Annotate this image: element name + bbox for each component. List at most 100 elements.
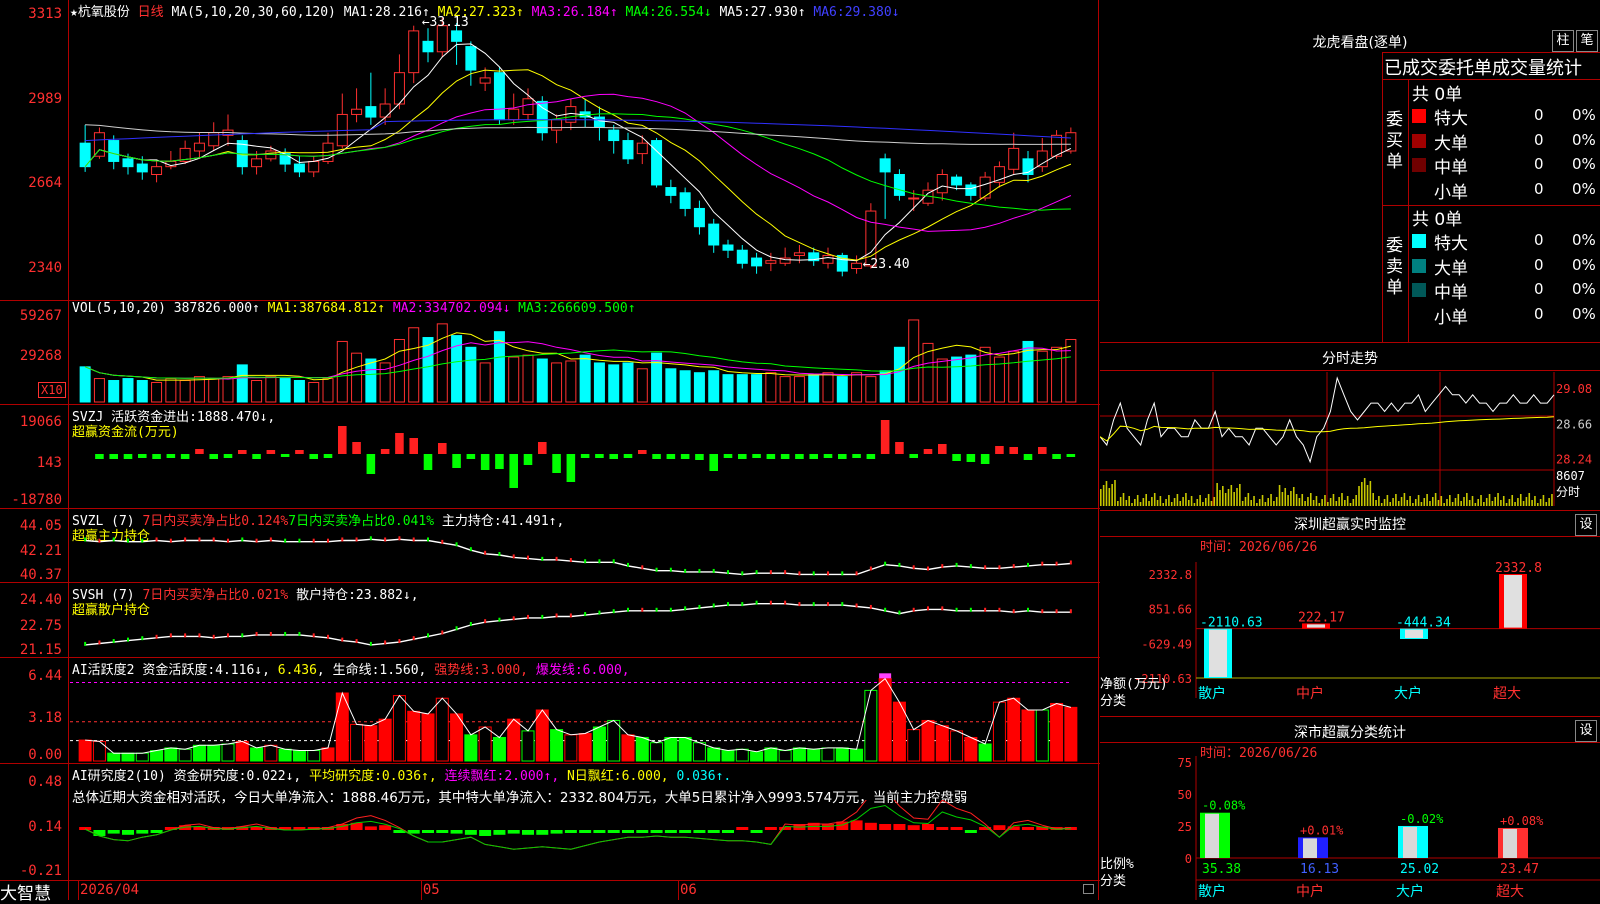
buy-percent: 0%: [1572, 106, 1596, 124]
tick-mark: [627, 562, 629, 567]
sz-class-chart[interactable]: 75 50 25 0 比例% 分类 -0.08% 35.38 散户 +0.01% 16.13 中户 -0…: [1100, 756, 1600, 900]
activity-bar: [707, 747, 721, 762]
minute-volume-bar: [1429, 501, 1431, 506]
sell-volume: 0: [1534, 280, 1544, 298]
tick-mark: [384, 640, 387, 645]
color-swatch: [1412, 182, 1426, 197]
intraday-title: 分时走势: [1322, 351, 1378, 367]
svzl-chart[interactable]: [70, 528, 1098, 582]
class-ytick: 75: [1178, 756, 1192, 770]
monitor-ytick: 2332.8: [1149, 568, 1192, 582]
minute-volume-bar: [1216, 483, 1218, 506]
activity-bar: [821, 747, 835, 762]
tick-mark: [169, 538, 172, 543]
activity-bar: [435, 697, 449, 762]
flow-bar: [823, 454, 833, 458]
volume-bar: [622, 362, 634, 403]
flow-bar: [580, 454, 590, 458]
minute-volume-bar: [1514, 502, 1516, 506]
minute-volume-bar: [1423, 498, 1426, 506]
candle: [793, 252, 805, 256]
divider: [1408, 79, 1409, 342]
lock-icon[interactable]: [1083, 884, 1094, 894]
flow-bar: [123, 454, 133, 459]
vol-unit-badge: X10: [38, 382, 66, 398]
flow-bar: [666, 454, 676, 459]
ratio-value: 23.47: [1500, 862, 1539, 877]
activity-bar: [307, 750, 321, 762]
candle: [893, 174, 905, 196]
sell-percent: 0%: [1572, 255, 1596, 274]
tick-mark: [298, 631, 301, 636]
tick-mark: [484, 550, 487, 555]
ai-active-ytick: 6.44: [28, 668, 62, 684]
volume-bar: [308, 381, 320, 403]
x-axis-tick: [420, 880, 422, 900]
tick-mark: [1027, 607, 1029, 612]
tick-mark: [569, 613, 572, 618]
candle: [879, 158, 891, 173]
volume-bar: [965, 354, 977, 403]
sz-class-settings-button[interactable]: 设: [1575, 720, 1597, 742]
flow-bar: [480, 454, 490, 470]
minute-volume-bar: [1204, 498, 1207, 506]
volume-chart[interactable]: [70, 318, 1098, 404]
buy-volume: 0: [1534, 106, 1544, 124]
minute-volume-bar: [1491, 501, 1494, 506]
minute-volume-bar: [1378, 496, 1380, 506]
tick-mark: [484, 619, 487, 624]
buy-total-count: 共 0单: [1412, 85, 1463, 105]
kline-ytick: 2989: [28, 91, 62, 107]
tick-mark: [812, 602, 815, 607]
flow-bar: [352, 442, 361, 454]
volume-bar: [279, 378, 291, 403]
minute-volume-bar: [1258, 499, 1261, 506]
ai-research-chart[interactable]: [70, 800, 1098, 880]
intraday-chart[interactable]: 29.08 28.66 28.24 8607 分时: [1100, 372, 1600, 508]
tick-mark: [498, 552, 501, 556]
flow-bar: [523, 454, 533, 465]
tick-mark: [612, 609, 615, 614]
bar-view-button[interactable]: 柱: [1552, 30, 1574, 52]
activity-bar: [107, 752, 121, 762]
volume-bar: [122, 378, 134, 403]
flow-bar: [295, 450, 304, 454]
tick-mark: [741, 602, 744, 607]
svsh-chart[interactable]: [70, 594, 1098, 656]
flow-bar: [552, 454, 561, 473]
research-bar: [493, 830, 506, 835]
activity-bar: [735, 748, 749, 762]
ai-active-chart[interactable]: [70, 672, 1098, 763]
sz-monitor-chart[interactable]: 2332.8851.66-629.49-2110.63净额(万元)分类-2110…: [1100, 552, 1600, 716]
flow-bar: [423, 454, 433, 470]
research-bar: [579, 830, 592, 833]
minute-volume-bar: [1454, 498, 1457, 506]
main-chart-area[interactable]: ★杭氧股份 日线 MA(5,10,20,30,60,120) MA1:28.21…: [0, 0, 1100, 904]
svzj-chart[interactable]: [70, 420, 1098, 508]
buy-category: 特大: [1434, 109, 1468, 129]
minute-volume-bar: [1542, 495, 1545, 506]
x-axis-label: 06: [680, 882, 697, 898]
tick-mark: [1041, 609, 1044, 614]
activity-bar: [121, 752, 135, 762]
tick-mark: [827, 602, 829, 607]
flow-bar: [223, 454, 233, 458]
right-panel: 龙虎看盘(逐单) 柱 笔 已成交委托单成交量统计 委买单 共 0单 特大 0 0% 大…: [1100, 0, 1600, 900]
research-bar: [750, 830, 763, 833]
kline-ytick: 3313: [28, 6, 62, 22]
sz-monitor-settings-button[interactable]: 设: [1575, 514, 1597, 536]
activity-bar: [78, 739, 92, 762]
tick-mark: [712, 568, 715, 573]
minute-volume-bar: [1539, 499, 1542, 506]
tick-mark: [527, 614, 529, 619]
flow-bar: [309, 454, 318, 459]
volume-bar: [508, 356, 520, 403]
candlestick-chart[interactable]: ←33.13 ←23.40: [70, 0, 1098, 300]
tick-mark: [798, 602, 801, 607]
minute-volume-bar: [1338, 497, 1340, 506]
tick-mark: [455, 626, 458, 631]
volume-bar: [851, 372, 863, 403]
tick-view-button[interactable]: 笔: [1576, 30, 1598, 52]
svsh-ytick: 21.15: [19, 642, 62, 658]
tick-mark: [869, 566, 872, 571]
